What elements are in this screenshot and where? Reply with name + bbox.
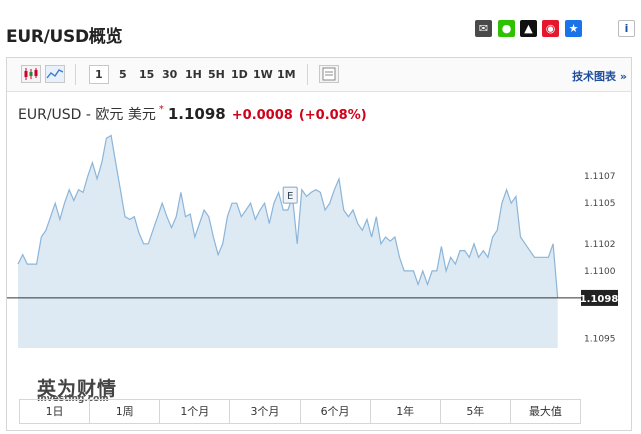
x-tick-label: 16:15 — [73, 357, 102, 358]
range-1m[interactable]: 1个月 — [160, 400, 231, 423]
share-icons: ✉ ● ▲ ◉ ★ i — [475, 20, 635, 38]
range-1y[interactable]: 1年 — [371, 400, 441, 423]
page-title: EUR/USD概览 — [6, 27, 123, 47]
x-tick-label: 17:45 — [492, 357, 521, 358]
range-3m[interactable]: 3个月 — [230, 400, 301, 423]
x-tick-label: 16:30 — [143, 357, 172, 358]
range-selector: 1日 1周 1个月 3个月 6个月 1年 5年 最大值 — [19, 399, 581, 424]
last-price-label: 1.1098 — [580, 294, 619, 305]
y-tick-label: 1.1105 — [584, 199, 616, 209]
chart-panel: 1 5 15 30 1H 5H 1D 1W 1M 技术图表 » EUR/USD … — [6, 57, 632, 431]
weibo-icon[interactable]: ◉ — [542, 20, 559, 37]
x-tick-label: 17:30 — [422, 357, 451, 358]
x-tick-label: 18:00 — [562, 357, 591, 358]
range-1w[interactable]: 1周 — [90, 400, 161, 423]
x-tick-label: 17:00 — [283, 357, 312, 358]
range-5y[interactable]: 5年 — [441, 400, 511, 423]
y-tick-label: 1.1100 — [584, 267, 616, 277]
event-marker-label: E — [287, 191, 293, 202]
qq-icon[interactable]: ▲ — [520, 20, 537, 37]
range-max[interactable]: 最大值 — [511, 400, 580, 423]
y-tick-label: 1.1107 — [584, 172, 616, 182]
price-area-fill — [18, 135, 558, 348]
range-6m[interactable]: 6个月 — [301, 400, 371, 423]
price-chart[interactable]: 16:15 16:30 16:45 17:00 17:15 17:30 17:45 18:00… — [7, 58, 631, 358]
y-tick-label: 1.1102 — [584, 240, 616, 250]
wechat-icon[interactable]: ● — [498, 20, 515, 37]
range-1d[interactable]: 1日 — [20, 400, 91, 423]
x-tick-label: 16:45 — [213, 357, 242, 358]
x-tick-label: 17:15 — [353, 357, 382, 358]
favorite-star-icon[interactable]: ★ — [565, 20, 582, 37]
mail-icon[interactable]: ✉ — [475, 20, 492, 37]
info-icon[interactable]: i — [618, 20, 635, 37]
y-tick-label: 1.1095 — [584, 335, 616, 345]
